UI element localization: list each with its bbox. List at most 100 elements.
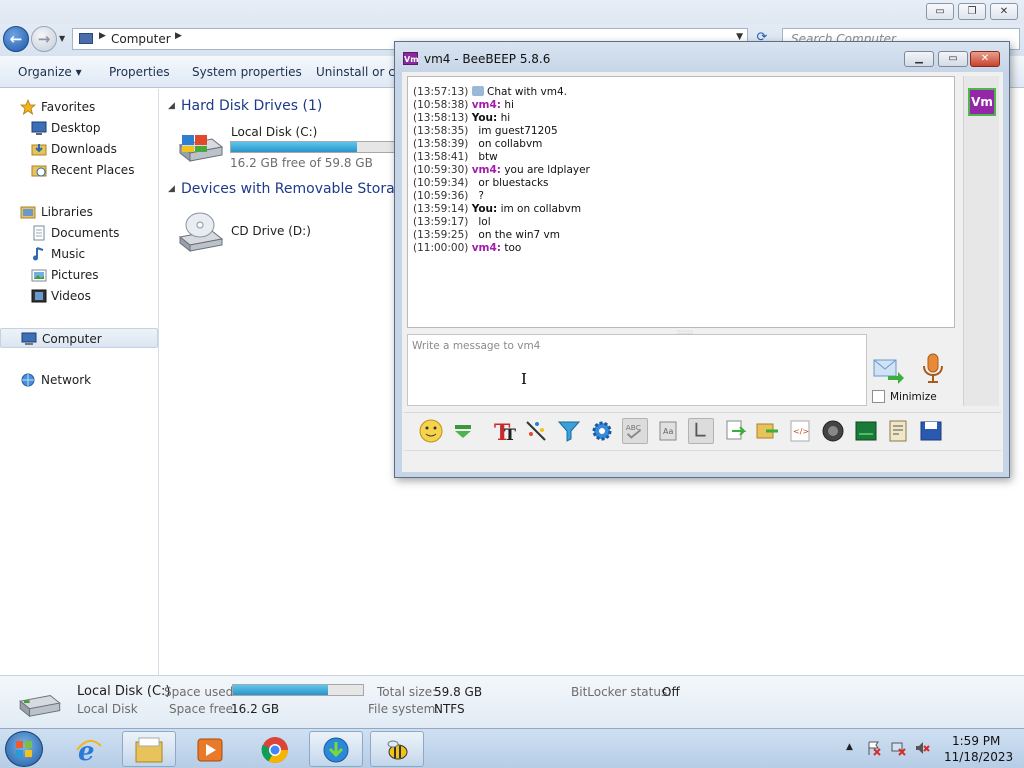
- taskbar-download-manager[interactable]: [309, 731, 363, 767]
- send-file-icon[interactable]: [722, 418, 748, 444]
- clock-date[interactable]: 11/18/2023: [944, 750, 1013, 764]
- microphone-icon[interactable]: [919, 352, 947, 384]
- group-header-hard-disks[interactable]: Hard Disk Drives (1): [181, 98, 322, 114]
- nav-computer[interactable]: Computer: [0, 328, 158, 348]
- explorer-minimize-button[interactable]: ▭: [926, 3, 954, 20]
- taskbar-chrome[interactable]: [248, 731, 302, 767]
- drive-d-tile[interactable]: CD Drive (D:): [174, 207, 324, 255]
- nav-pictures[interactable]: Pictures: [0, 265, 158, 285]
- notes-icon[interactable]: [885, 418, 911, 444]
- chat-message: (11:00:00) vm4: too: [413, 242, 949, 255]
- system-properties-button[interactable]: System properties: [192, 65, 302, 79]
- settings-gear-icon[interactable]: [589, 418, 615, 444]
- nav-libraries[interactable]: Libraries: [0, 202, 158, 222]
- show-hidden-icons-button[interactable]: ▲: [846, 742, 853, 752]
- font-icon[interactable]: TT: [492, 418, 518, 444]
- beebeep-maximize-button[interactable]: ▭: [938, 51, 968, 67]
- nav-videos[interactable]: Videos: [0, 286, 158, 306]
- nav-label: Desktop: [51, 121, 101, 135]
- network-status-icon[interactable]: [890, 740, 906, 756]
- recent-places-icon: [31, 165, 47, 177]
- explorer-title-bar: ▭ ❐ ✕: [0, 0, 1024, 24]
- back-button[interactable]: ←: [3, 26, 29, 52]
- beebeep-minimize-button[interactable]: ▁: [904, 51, 934, 67]
- filter-icon[interactable]: [556, 418, 582, 444]
- breadcrumb-computer[interactable]: Computer: [111, 32, 171, 46]
- taskbar-internet-explorer[interactable]: e: [62, 731, 116, 767]
- message-timestamp: (13:59:25): [413, 229, 469, 241]
- pictures-icon: [31, 269, 47, 282]
- breadcrumb-chevron-icon[interactable]: ▶: [175, 31, 182, 41]
- send-folder-icon[interactable]: [754, 418, 780, 444]
- minimize-checkbox-label: Minimize: [890, 391, 937, 403]
- taskbar-windows-explorer[interactable]: [122, 731, 176, 767]
- save-chat-icon[interactable]: [450, 418, 476, 444]
- nav-documents[interactable]: Documents: [0, 223, 158, 243]
- start-button[interactable]: [5, 731, 43, 767]
- group-header-removable[interactable]: Devices with Removable Storage: [181, 181, 412, 197]
- details-space-used-label: Space used:: [164, 685, 238, 699]
- message-timestamp: (10:59:36): [413, 190, 469, 202]
- nav-music[interactable]: Music: [0, 244, 158, 264]
- nav-label: Libraries: [41, 205, 93, 219]
- message-text: too: [501, 242, 522, 254]
- collapse-triangle-icon[interactable]: ◢: [168, 101, 175, 111]
- details-usage-bar: [232, 684, 364, 696]
- clock-time[interactable]: 1:59 PM: [952, 734, 1000, 748]
- nav-label: Music: [51, 247, 86, 261]
- libraries-icon: [20, 206, 36, 219]
- forward-button[interactable]: →: [31, 26, 57, 52]
- chat-message: (13:58:13) You: hi: [413, 112, 949, 125]
- svg-text:T: T: [504, 425, 516, 444]
- save-disk-icon[interactable]: [918, 418, 944, 444]
- nav-label: Network: [41, 373, 92, 387]
- beebeep-client-area: (13:57:13) Chat with vm4. (10:58:38) vm4:…: [402, 72, 1003, 472]
- dictionary-icon[interactable]: Aa: [655, 418, 681, 444]
- music-icon: [33, 247, 44, 261]
- beebeep-window-title: vm4 - BeeBEEP 5.8.6: [424, 52, 551, 66]
- beebeep-title-bar[interactable]: Vm vm4 - BeeBEEP 5.8.6 ▁ ▭ ✕: [395, 42, 1009, 72]
- taskbar-media-player[interactable]: [183, 731, 237, 767]
- properties-button[interactable]: Properties: [109, 65, 170, 79]
- explorer-maximize-button[interactable]: ❐: [958, 3, 986, 20]
- html-code-icon[interactable]: </>: [787, 418, 813, 444]
- screenshot-icon[interactable]: [820, 418, 846, 444]
- action-center-flag-icon[interactable]: [866, 740, 882, 756]
- nav-desktop[interactable]: Desktop: [0, 118, 158, 138]
- details-bitlocker-value: Off: [662, 685, 680, 699]
- taskbar-beebeep[interactable]: [370, 731, 424, 767]
- documents-icon: [33, 225, 45, 241]
- compact-view-icon[interactable]: [688, 418, 714, 444]
- emoticon-icon[interactable]: [418, 418, 444, 444]
- voice-message-icon[interactable]: [853, 418, 879, 444]
- avatar[interactable]: Vm: [968, 88, 996, 116]
- message-text: you are ldplayer: [501, 164, 590, 176]
- volume-muted-icon[interactable]: [914, 740, 930, 756]
- breadcrumb-chevron-icon[interactable]: ▶: [99, 31, 106, 41]
- recent-pages-dropdown[interactable]: ▼: [59, 34, 65, 43]
- nav-network[interactable]: Network: [0, 370, 158, 390]
- minimize-checkbox[interactable]: [872, 390, 885, 403]
- color-picker-icon[interactable]: [523, 418, 549, 444]
- chat-history[interactable]: (13:57:13) Chat with vm4. (10:58:38) vm4:…: [407, 76, 955, 328]
- nav-favorites[interactable]: Favorites: [0, 97, 158, 117]
- explorer-close-button[interactable]: ✕: [990, 3, 1018, 20]
- text-cursor-icon: I: [521, 370, 527, 388]
- chat-message: (13:57:13) Chat with vm4.: [413, 86, 949, 99]
- message-sender: You:: [471, 203, 498, 215]
- nav-downloads[interactable]: Downloads: [0, 139, 158, 159]
- navigation-pane: Favorites Desktop Downloads Recent Place…: [0, 89, 159, 675]
- close-icon: ✕: [980, 53, 990, 64]
- details-total-size-label: Total size:: [377, 685, 437, 699]
- send-message-button[interactable]: [872, 356, 904, 384]
- taskbar: e ▲ 1:59 PM 11/18/2023: [0, 728, 1024, 768]
- details-total-size-value: 59.8 GB: [434, 685, 483, 699]
- collapse-triangle-icon[interactable]: ◢: [168, 184, 175, 194]
- beebeep-close-button[interactable]: ✕: [970, 51, 1000, 67]
- spellcheck-icon[interactable]: ABC: [622, 418, 648, 444]
- hard-disk-icon: [178, 135, 224, 163]
- nav-recent-places[interactable]: Recent Places: [0, 160, 158, 180]
- organize-menu[interactable]: Organize ▾: [18, 65, 82, 79]
- drive-c-tile[interactable]: Local Disk (C:) 16.2 GB free of 59.8 GB: [174, 122, 405, 170]
- message-input[interactable]: Write a message to vm4 I: [407, 334, 867, 406]
